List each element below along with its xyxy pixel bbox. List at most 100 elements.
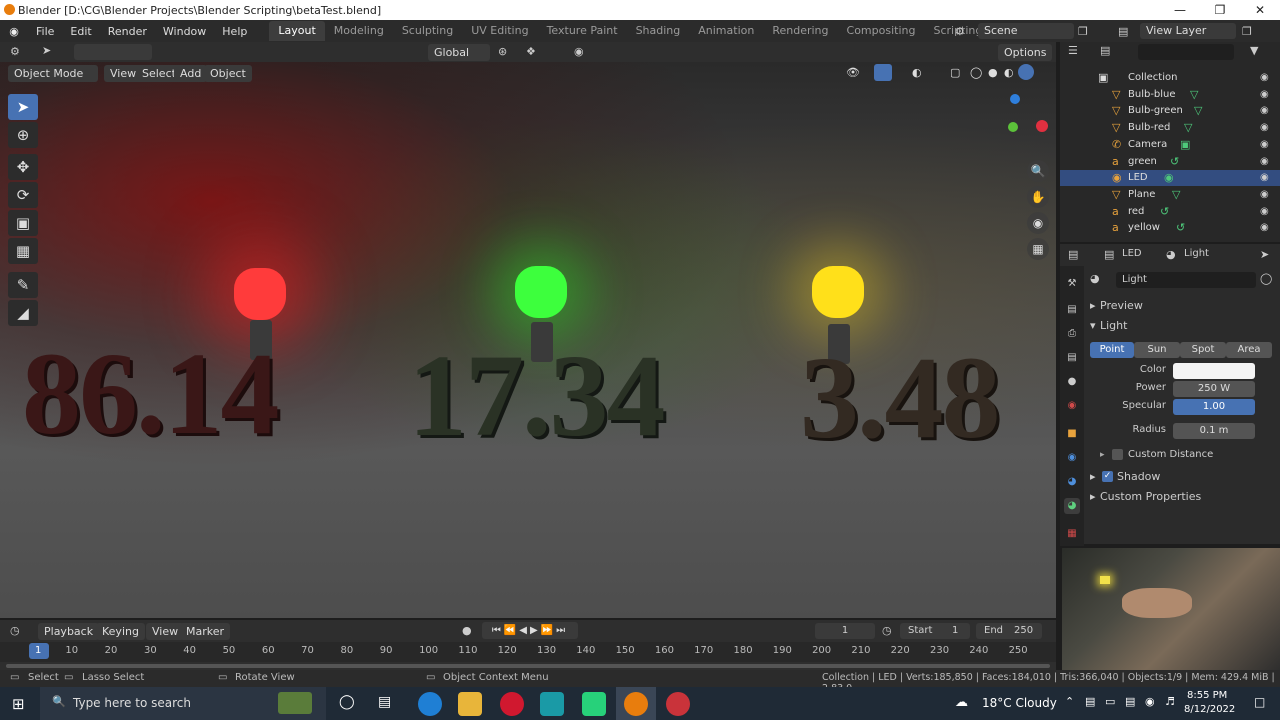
radius-field[interactable]: 0.1 m: [1173, 423, 1255, 439]
tab-uv-editing[interactable]: UV Editing: [462, 21, 537, 41]
custom-distance-toggle[interactable]: ▸: [1100, 450, 1105, 460]
weather-text[interactable]: 18°C Cloudy: [982, 696, 1057, 710]
light-datablock-field[interactable]: Light: [1116, 272, 1256, 288]
object-data-icon[interactable]: ↺: [1160, 204, 1169, 220]
scene-tab-icon[interactable]: ●: [1064, 374, 1080, 390]
scene-field[interactable]: Scene: [978, 23, 1074, 39]
record-icon[interactable]: ●: [462, 624, 472, 637]
outliner-row-yellow[interactable]: a yellow ↺ ◉: [1060, 220, 1280, 236]
menu-add[interactable]: Add: [174, 65, 208, 82]
menu-render[interactable]: Render: [100, 25, 155, 38]
output-tab-icon[interactable]: ⎙: [1064, 326, 1080, 342]
tool-tab-icon[interactable]: ⚒: [1064, 276, 1080, 292]
physics-tab-icon[interactable]: ◉: [1064, 450, 1080, 466]
object-data-icon[interactable]: ▽: [1172, 187, 1180, 203]
outliner-row-camera[interactable]: ✆ Camera ▣ ◉: [1060, 137, 1280, 153]
zoom-icon[interactable]: 🔍: [1027, 160, 1049, 182]
object-data-icon[interactable]: ↺: [1176, 220, 1185, 236]
timeline-editor-icon[interactable]: ◷: [10, 624, 20, 637]
outliner-row-led[interactable]: ◉ LED ◉ ◉: [1060, 170, 1280, 187]
clock-time[interactable]: 8:55 PM: [1187, 690, 1227, 701]
menu-help[interactable]: Help: [214, 25, 255, 38]
menu-window[interactable]: Window: [155, 25, 214, 38]
task-view-icon[interactable]: ▤: [378, 694, 391, 710]
eye-icon[interactable]: ◉: [1260, 70, 1269, 86]
menu-timeline-view[interactable]: View: [146, 623, 185, 640]
scene-icon[interactable]: ⚙: [955, 25, 965, 38]
xray-icon[interactable]: ▢: [950, 66, 960, 79]
transform-tool[interactable]: ▦: [8, 238, 38, 264]
notifications-icon[interactable]: □: [1254, 695, 1265, 709]
maximize-icon[interactable]: ❐: [1200, 0, 1240, 20]
outliner-row-bulb-blue[interactable]: ▽ Bulb-blue ▽ ◉: [1060, 87, 1280, 103]
outliner-row-bulb-green[interactable]: ▽ Bulb-green ▽ ◉: [1060, 103, 1280, 119]
view-layer-icon[interactable]: ▤: [1118, 25, 1128, 38]
tab-texture-paint[interactable]: Texture Paint: [538, 21, 627, 41]
tray-chevron-icon[interactable]: ⌃: [1065, 695, 1074, 708]
texture-tab-icon[interactable]: ▦: [1064, 526, 1080, 542]
object-data-icon[interactable]: ▽: [1194, 103, 1202, 119]
eye-icon[interactable]: ◉: [1260, 204, 1269, 220]
opera-icon[interactable]: [500, 692, 524, 716]
object-data-icon[interactable]: ▽: [1184, 120, 1192, 136]
fake-user-icon[interactable]: ◯: [1260, 272, 1272, 285]
eye-icon[interactable]: ◉: [1260, 137, 1269, 153]
edge-icon[interactable]: [418, 692, 442, 716]
shadow-checkbox[interactable]: ✓: [1102, 471, 1113, 482]
blender-menu-icon[interactable]: ◉: [0, 25, 28, 38]
preview-section[interactable]: Preview: [1100, 299, 1143, 312]
gizmo-toggle-icon[interactable]: [874, 64, 892, 81]
language-icon[interactable]: ▤: [1125, 695, 1135, 708]
material-shading-icon[interactable]: ◐: [1004, 66, 1014, 79]
object-data-icon[interactable]: ↺: [1170, 154, 1179, 170]
3d-viewport[interactable]: 86.14 17.34 3.48 ➤ ⊕ ✥ ⟳ ▣ ▦ ✎ ◢ 🔍 ✋ ◉ ▦: [0, 62, 1056, 618]
menu-file[interactable]: File: [28, 25, 62, 38]
wireframe-shading-icon[interactable]: ◯: [970, 66, 982, 79]
menu-keying[interactable]: Keying: [96, 623, 145, 640]
gizmo-z-icon[interactable]: [1010, 94, 1020, 104]
cortana-icon[interactable]: ◯: [339, 694, 355, 710]
outliner-row-green[interactable]: a green ↺ ◉: [1060, 154, 1280, 170]
select-box-tool[interactable]: ➤: [8, 94, 38, 120]
filter-icon[interactable]: ▼: [1250, 44, 1258, 57]
volume-icon[interactable]: ♬: [1165, 695, 1175, 708]
object-data-icon[interactable]: ▽: [1190, 87, 1198, 103]
tray-app-icon[interactable]: ▤: [1085, 695, 1095, 708]
blender-taskbar-active[interactable]: [616, 687, 656, 720]
object-tab-icon[interactable]: ■: [1064, 426, 1080, 442]
shadow-section-toggle[interactable]: ▸: [1090, 470, 1096, 483]
tab-compositing[interactable]: Compositing: [838, 21, 925, 41]
select-mode-buttons[interactable]: [74, 44, 152, 60]
pycharm-icon[interactable]: [582, 692, 606, 716]
gizmo-x-icon[interactable]: [1036, 120, 1048, 132]
arduino-icon[interactable]: [540, 692, 564, 716]
move-tool[interactable]: ✥: [8, 154, 38, 180]
proportional-edit-icon[interactable]: ◉: [574, 45, 584, 58]
eye-icon[interactable]: ◉: [1260, 154, 1269, 170]
pan-hand-icon[interactable]: ✋: [1027, 186, 1049, 208]
specular-field[interactable]: 1.00: [1173, 399, 1255, 415]
custom-properties-section[interactable]: Custom Properties: [1100, 490, 1201, 503]
camera-view-icon[interactable]: ◉: [1027, 212, 1049, 234]
scale-tool[interactable]: ▣: [8, 210, 38, 236]
menu-marker[interactable]: Marker: [180, 623, 231, 640]
power-field[interactable]: 250 W: [1173, 381, 1255, 397]
taskbar-search-box[interactable]: 🔍 Type here to search: [40, 687, 326, 720]
close-icon[interactable]: ✕: [1240, 0, 1280, 20]
tab-layout[interactable]: Layout: [269, 21, 325, 41]
eye-icon[interactable]: ◉: [1260, 87, 1269, 103]
outliner-row-red[interactable]: a red ↺ ◉: [1060, 204, 1280, 220]
tab-rendering[interactable]: Rendering: [763, 21, 837, 41]
minimize-icon[interactable]: —: [1160, 0, 1200, 20]
light-data-tab-icon[interactable]: ◕: [1064, 498, 1080, 514]
tab-animation[interactable]: Animation: [689, 21, 763, 41]
custom-properties-toggle[interactable]: ▸: [1090, 490, 1096, 503]
timeline-scrollbar[interactable]: [6, 664, 1050, 668]
rendered-shading-icon[interactable]: [1018, 64, 1034, 80]
tab-sculpting[interactable]: Sculpting: [393, 21, 462, 41]
light-type-sun[interactable]: Sun: [1134, 342, 1180, 358]
eye-icon[interactable]: ◉: [1260, 120, 1269, 136]
menu-playback[interactable]: Playback: [38, 623, 100, 640]
properties-editor-icon[interactable]: ▤: [1068, 248, 1078, 261]
shadow-section[interactable]: Shadow: [1117, 470, 1160, 483]
